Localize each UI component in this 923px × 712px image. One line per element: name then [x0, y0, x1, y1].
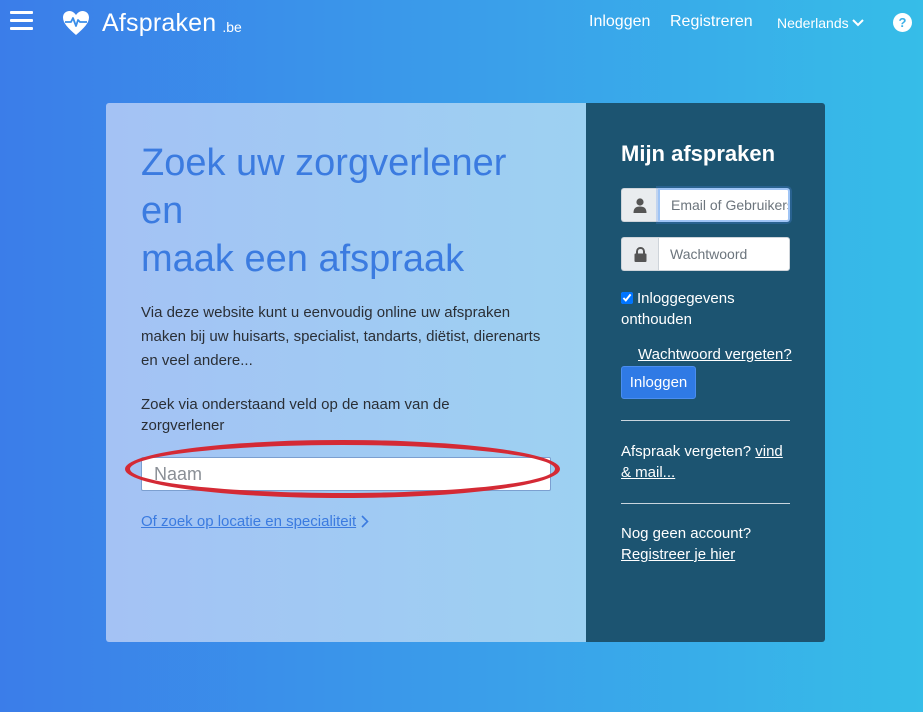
help-icon[interactable]: ? — [893, 13, 912, 32]
password-input-group — [621, 237, 790, 271]
login-button[interactable]: Inloggen — [621, 366, 696, 399]
remember-me-checkbox[interactable] — [621, 292, 633, 304]
search-section: Zoek uw zorgverlener en maak een afspraa… — [106, 103, 586, 642]
no-account-label: Nog geen account? — [621, 525, 752, 542]
search-hint: Zoek via onderstaand veld op de naam van… — [141, 396, 450, 434]
nav-login-link[interactable]: Inloggen — [589, 13, 650, 31]
alt-search-label: Of zoek op locatie en specialiteit — [141, 513, 357, 530]
nav-register-link[interactable]: Registreren — [670, 13, 753, 31]
lock-icon — [621, 237, 658, 271]
email-input-group — [621, 188, 790, 222]
brand-logo[interactable]: Afspraken .be — [62, 8, 242, 38]
login-panel-title: Mijn afspraken — [621, 141, 776, 166]
hamburger-menu-icon[interactable] — [10, 11, 33, 31]
forgot-appointment-text: Afspraak vergeten? vind & mail... — [621, 441, 796, 483]
remember-me-text: Inloggegevens onthouden — [621, 290, 735, 328]
location-specialty-search-link[interactable]: Of zoek op locatie en specialiteit — [141, 513, 369, 530]
divider — [621, 503, 790, 504]
register-link[interactable]: Registreer je hier — [621, 546, 735, 563]
email-username-input[interactable] — [658, 188, 790, 222]
top-navbar: Afspraken .be Inloggen Registreren Neder… — [0, 0, 923, 48]
remember-me-checkbox-label[interactable]: Inloggegevens onthouden — [621, 288, 801, 330]
heart-pulse-icon — [63, 11, 89, 35]
forgot-appointment-label: Afspraak vergeten? — [621, 443, 752, 460]
user-icon — [621, 188, 658, 222]
forgot-password-link[interactable]: Wachtwoord vergeten? — [638, 346, 792, 363]
intro-text: Via deze website kunt u eenvoudig online… — [141, 304, 541, 369]
no-account-text: Nog geen account? Registreer je hier — [621, 523, 796, 565]
chevron-down-icon — [851, 19, 864, 27]
provider-name-search-input[interactable] — [141, 457, 551, 491]
page-headline: Zoek uw zorgverlener en maak een afspraa… — [141, 139, 561, 283]
language-dropdown[interactable]: Nederlands — [777, 15, 864, 31]
password-input[interactable] — [658, 237, 790, 271]
headline-line-3: maak een afspraak — [141, 238, 465, 280]
main-card: Zoek uw zorgverlener en maak een afspraa… — [106, 103, 825, 642]
headline-line-2: en — [141, 190, 184, 232]
brand-name: Afspraken — [102, 8, 217, 37]
language-label: Nederlands — [777, 15, 849, 31]
brand-tld: .be — [222, 19, 242, 35]
divider — [621, 420, 790, 421]
login-panel: Mijn afspraken Inloggegevens onthouden — [586, 103, 825, 642]
chevron-right-icon — [361, 515, 369, 528]
headline-line-1: Zoek uw zorgverlener — [141, 142, 507, 184]
